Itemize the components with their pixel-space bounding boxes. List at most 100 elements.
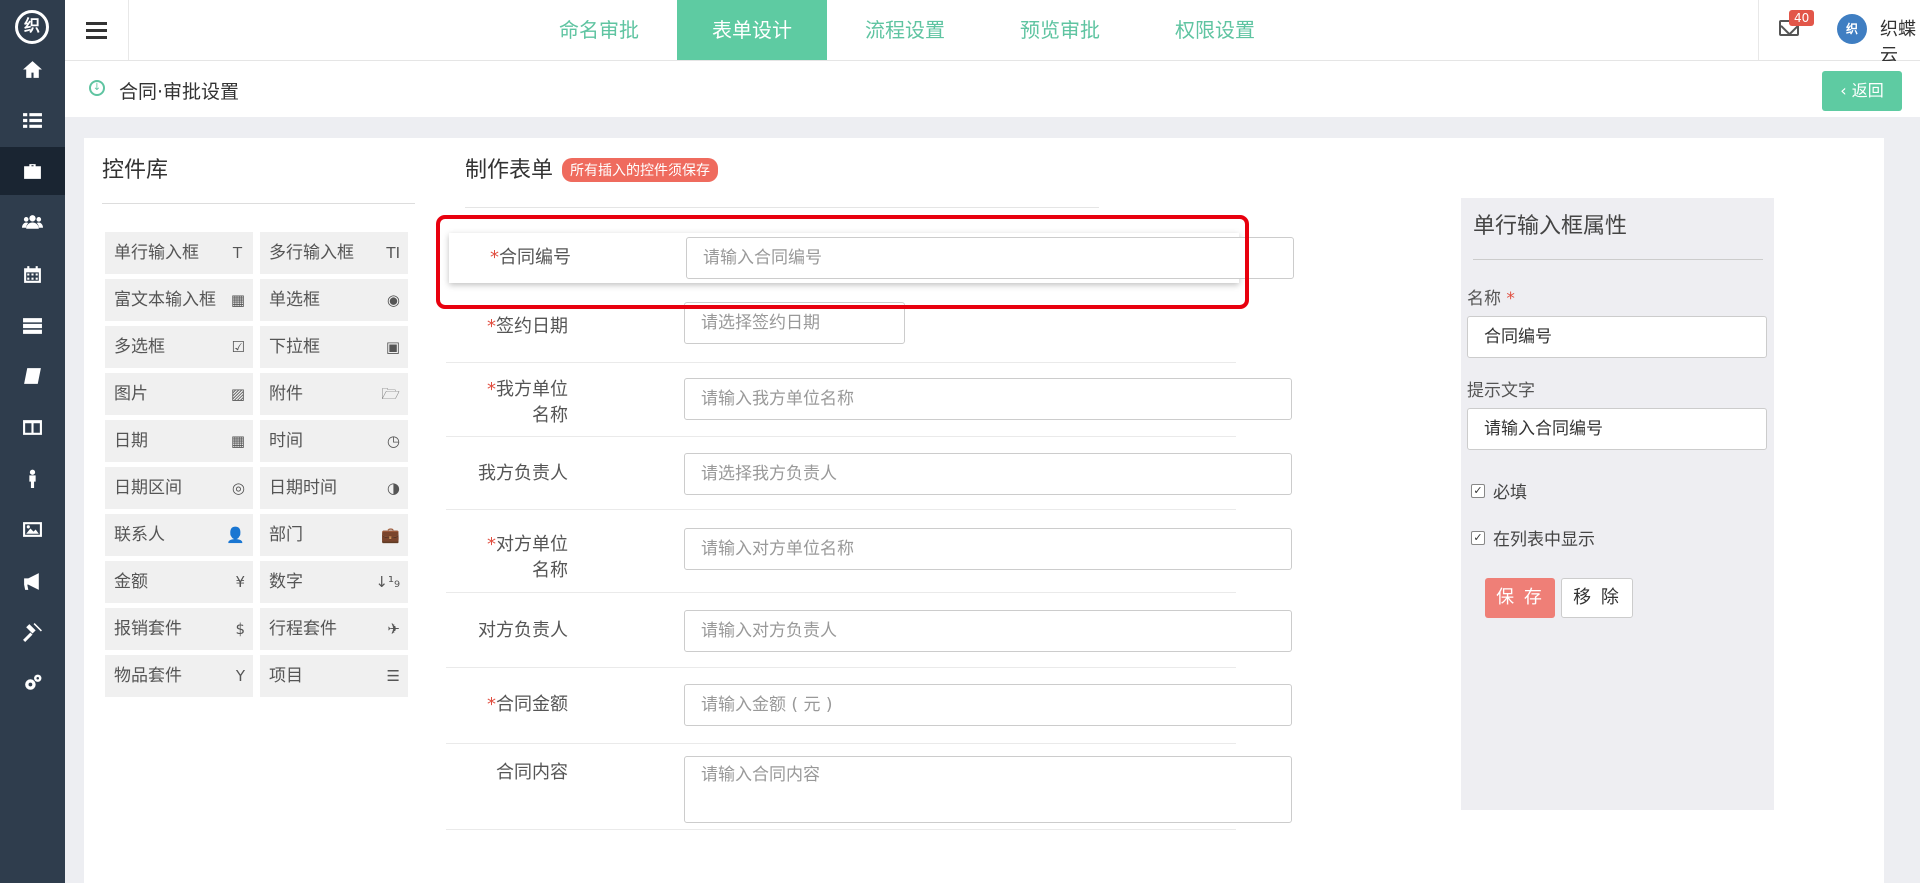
show-in-list-label: 在列表中显示 xyxy=(1493,530,1595,550)
library-title: 控件库 xyxy=(102,158,169,183)
their-manager-input[interactable]: 请输入对方负责人 xyxy=(684,610,1292,652)
show-in-list-checkbox[interactable]: ✓ xyxy=(1471,531,1485,545)
form-row-our-unit[interactable]: *我方单位 名称 请输入我方单位名称 xyxy=(446,363,1292,437)
control-item[interactable]: 单行输入框 Ｔ xyxy=(105,232,253,274)
list-icon: ☰ xyxy=(386,667,400,685)
divider xyxy=(465,207,1099,208)
form-row-their-unit[interactable]: *对方单位 名称 请输入对方单位名称 xyxy=(446,510,1292,593)
text-icon: Ｔ xyxy=(229,244,245,262)
control-item[interactable]: 联系人 👤 xyxy=(105,514,253,556)
grid-icon: ▦ xyxy=(230,291,245,309)
required-checkbox[interactable]: ✓ xyxy=(1471,484,1485,498)
left-sidebar: 织 xyxy=(0,0,65,883)
field-label: 签约日期 xyxy=(496,316,568,337)
form-row-our-manager[interactable]: 我方负责人 请选择我方负责人 xyxy=(446,437,1292,510)
checkbox-icon: ☑ xyxy=(231,338,245,356)
name-input[interactable]: 合同编号 xyxy=(1467,316,1767,358)
tab-permission-settings[interactable]: 权限设置 xyxy=(1151,0,1279,60)
tab-form-design[interactable]: 表单设计 xyxy=(677,0,827,60)
field-label: 合同内容 xyxy=(496,762,568,783)
user-icon: 👤 xyxy=(226,526,245,544)
their-unit-input[interactable]: 请输入对方单位名称 xyxy=(684,528,1292,570)
field-label: 对方负责人 xyxy=(478,620,568,641)
control-item[interactable]: 日期区间 ◎ xyxy=(105,467,253,509)
avatar[interactable]: 织 xyxy=(1837,14,1867,44)
control-item[interactable]: 日期 ▦ xyxy=(105,420,253,462)
server-icon[interactable] xyxy=(0,301,65,349)
field-label: 我方负责人 xyxy=(478,463,568,484)
top-bar: 命名审批 表单设计 流程设置 预览审批 权限设置 40 织 织蝶云 xyxy=(65,0,1920,66)
control-item[interactable]: 多行输入框 TI xyxy=(260,232,408,274)
control-item[interactable]: 部门 💼 xyxy=(260,514,408,556)
form-row-their-manager[interactable]: 对方负责人 请输入对方负责人 xyxy=(446,593,1292,668)
field-label: 名称 xyxy=(532,405,568,426)
folder-open-icon: 🗁 xyxy=(381,385,400,403)
save-reminder-tag: 所有插入的控件须保存 xyxy=(562,158,718,182)
control-item[interactable]: 下拉框 ▣ xyxy=(260,326,408,368)
control-item[interactable]: 单选框 ◉ xyxy=(260,279,408,321)
gavel-icon[interactable] xyxy=(0,608,65,656)
our-manager-input[interactable]: 请选择我方负责人 xyxy=(684,453,1292,495)
contract-content-textarea[interactable]: 请输入合同内容 xyxy=(684,756,1292,823)
tab-flow-settings[interactable]: 流程设置 xyxy=(841,0,969,60)
plane-icon: ✈ xyxy=(387,620,400,638)
briefcase-icon: 💼 xyxy=(381,526,400,544)
form-row-sign-date[interactable]: *签约日期 请选择签约日期 xyxy=(446,302,1236,363)
control-item[interactable]: 报销套件 $ xyxy=(105,608,253,650)
bullseye-icon: ◎ xyxy=(231,479,245,497)
control-item[interactable]: 图片 ▨ xyxy=(105,373,253,415)
page-title: 合同·审批设置 xyxy=(119,81,240,103)
tab-naming-approval[interactable]: 命名审批 xyxy=(535,0,663,60)
control-item[interactable]: 物品套件 Y xyxy=(105,655,253,697)
contract-amount-input[interactable]: 请输入金额 ( 元 ) xyxy=(684,684,1292,726)
book-icon[interactable] xyxy=(0,352,65,400)
divider xyxy=(102,203,415,204)
form-row-contract-amount[interactable]: *合同金额 请输入金额 ( 元 ) xyxy=(446,668,1292,744)
app-logo[interactable]: 织 xyxy=(15,10,49,44)
calendar-icon[interactable] xyxy=(0,250,65,298)
control-item[interactable]: 项目 ☰ xyxy=(260,655,408,697)
control-item[interactable]: 富文本输入框 ▦ xyxy=(105,279,253,321)
control-item[interactable]: 附件 🗁 xyxy=(260,373,408,415)
remove-button[interactable]: 移 除 xyxy=(1561,578,1633,618)
cogs-icon[interactable] xyxy=(0,659,65,707)
hint-input[interactable]: 请输入合同编号 xyxy=(1467,408,1767,450)
columns-icon[interactable] xyxy=(0,403,65,451)
control-item[interactable]: 金额 ¥ xyxy=(105,561,253,603)
chevron-left-icon: ‹ xyxy=(1840,81,1852,100)
control-item[interactable]: 多选框 ☑ xyxy=(105,326,253,368)
back-label: 返回 xyxy=(1851,81,1884,100)
control-item[interactable]: 日期时间 ◑ xyxy=(260,467,408,509)
control-item[interactable]: 数字 ↓¹₉ xyxy=(260,561,408,603)
control-item[interactable]: 行程套件 ✈ xyxy=(260,608,408,650)
text-height-icon: TI xyxy=(386,244,400,262)
properties-title: 单行输入框属性 xyxy=(1473,214,1628,239)
image-icon[interactable] xyxy=(0,505,65,553)
adjust-icon: ◑ xyxy=(386,479,400,497)
form-row-contract-content[interactable]: 合同内容 请输入合同内容 xyxy=(446,744,1292,830)
mail-badge: 40 xyxy=(1789,10,1815,26)
divider xyxy=(1473,259,1763,260)
user-name[interactable]: 织蝶云 xyxy=(1880,15,1920,67)
back-button[interactable]: ‹ 返回 xyxy=(1822,71,1902,111)
selection-highlight xyxy=(436,215,1249,309)
field-label: 名称 xyxy=(532,560,568,581)
person-icon[interactable] xyxy=(0,454,65,502)
users-icon[interactable] xyxy=(0,198,65,246)
filter-icon: Y xyxy=(235,667,245,685)
tab-preview-approval[interactable]: 预览审批 xyxy=(996,0,1124,60)
our-unit-input[interactable]: 请输入我方单位名称 xyxy=(684,378,1292,420)
field-label: 我方单位 xyxy=(496,379,568,400)
yen-icon: ¥ xyxy=(235,573,245,591)
menu-toggle-icon[interactable] xyxy=(65,0,129,60)
field-label: 对方单位 xyxy=(496,534,568,555)
bullhorn-icon[interactable] xyxy=(0,557,65,605)
control-item[interactable]: 时间 ◷ xyxy=(260,420,408,462)
form-title: 制作表单 xyxy=(465,158,554,183)
list-icon[interactable] xyxy=(0,96,65,144)
mail-button[interactable]: 40 xyxy=(1758,0,1838,60)
dollar-icon: $ xyxy=(235,620,245,638)
briefcase-icon[interactable] xyxy=(0,147,65,195)
home-icon[interactable] xyxy=(0,45,65,93)
save-button[interactable]: 保 存 xyxy=(1485,578,1555,618)
